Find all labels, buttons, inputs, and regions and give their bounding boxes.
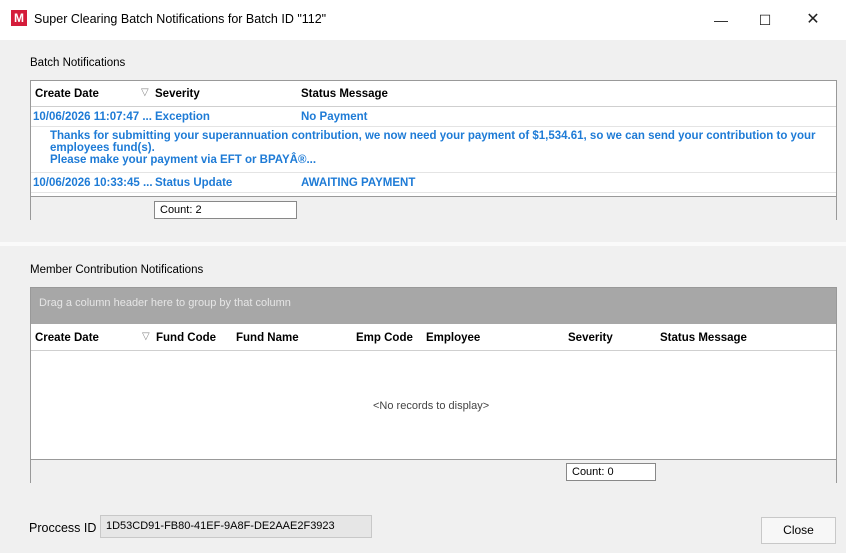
row-separator <box>31 126 836 127</box>
member-notifications-grid: Drag a column header here to group by th… <box>30 287 837 483</box>
header-separator <box>31 106 836 107</box>
empty-state-text: <No records to display> <box>373 400 490 412</box>
row-detail-message[interactable]: Thanks for submitting your superannuatio… <box>50 130 830 166</box>
close-button[interactable]: Close <box>761 517 836 544</box>
col-header-fund-code[interactable]: Fund Code <box>156 332 216 344</box>
col-header-status-message[interactable]: Status Message <box>301 88 388 100</box>
process-id-field[interactable]: 1D53CD91-FB80-41EF-9A8F-DE2AAE2F3923 <box>100 515 372 538</box>
col-header-fund-name[interactable]: Fund Name <box>236 332 299 344</box>
count-label: Count: 0 <box>566 463 656 481</box>
col-header-severity[interactable]: Severity <box>568 332 613 344</box>
detail-line: Please make your payment via EFT or BPAY… <box>50 154 317 166</box>
batch-notifications-label: Batch Notifications <box>30 57 126 69</box>
col-header-create-date[interactable]: Create Date <box>35 332 99 344</box>
col-header-create-date[interactable]: Create Date <box>35 88 99 100</box>
process-id-label: Proccess ID <box>29 521 97 535</box>
row-separator <box>31 172 836 173</box>
group-by-panel[interactable]: Drag a column header here to group by th… <box>31 288 836 324</box>
close-window-button[interactable]: ✕ <box>790 6 836 34</box>
section-divider <box>0 242 846 246</box>
dialog-window: M Super Clearing Batch Notifications for… <box>0 0 846 553</box>
col-header-severity[interactable]: Severity <box>155 88 200 100</box>
row-create-date[interactable]: 10/06/2026 11:07:47 ... <box>33 111 152 123</box>
row-separator <box>31 192 836 193</box>
row-severity[interactable]: Status Update <box>155 177 232 189</box>
title-bar: M Super Clearing Batch Notifications for… <box>0 0 846 40</box>
member-notifications-label: Member Contribution Notifications <box>30 264 204 276</box>
row-status-message[interactable]: AWAITING PAYMENT <box>301 177 415 189</box>
grid-footer: Count: 0 <box>31 459 836 483</box>
count-label: Count: 2 <box>154 201 297 219</box>
detail-line: Thanks for submitting your superannuatio… <box>50 130 816 142</box>
window-title: Super Clearing Batch Notifications for B… <box>34 12 327 26</box>
grid-footer: Count: 2 <box>31 196 836 220</box>
col-header-employee[interactable]: Employee <box>426 332 480 344</box>
sort-descending-icon[interactable]: ▽ <box>142 331 150 342</box>
row-status-message[interactable]: No Payment <box>301 111 367 123</box>
app-logo-icon: M <box>11 10 27 26</box>
col-header-emp-code[interactable]: Emp Code <box>356 332 413 344</box>
header-separator <box>31 350 836 351</box>
sort-descending-icon[interactable]: ▽ <box>141 87 149 98</box>
row-severity[interactable]: Exception <box>155 111 210 123</box>
col-header-status-message[interactable]: Status Message <box>660 332 747 344</box>
detail-line: employees fund(s). <box>50 142 155 154</box>
minimize-button[interactable]: — <box>698 6 744 34</box>
maximize-button[interactable]: ☐ <box>742 6 788 34</box>
row-create-date[interactable]: 10/06/2026 10:33:45 ... <box>33 177 153 189</box>
batch-notifications-grid: Create Date ▽ Severity Status Message 10… <box>30 80 837 220</box>
